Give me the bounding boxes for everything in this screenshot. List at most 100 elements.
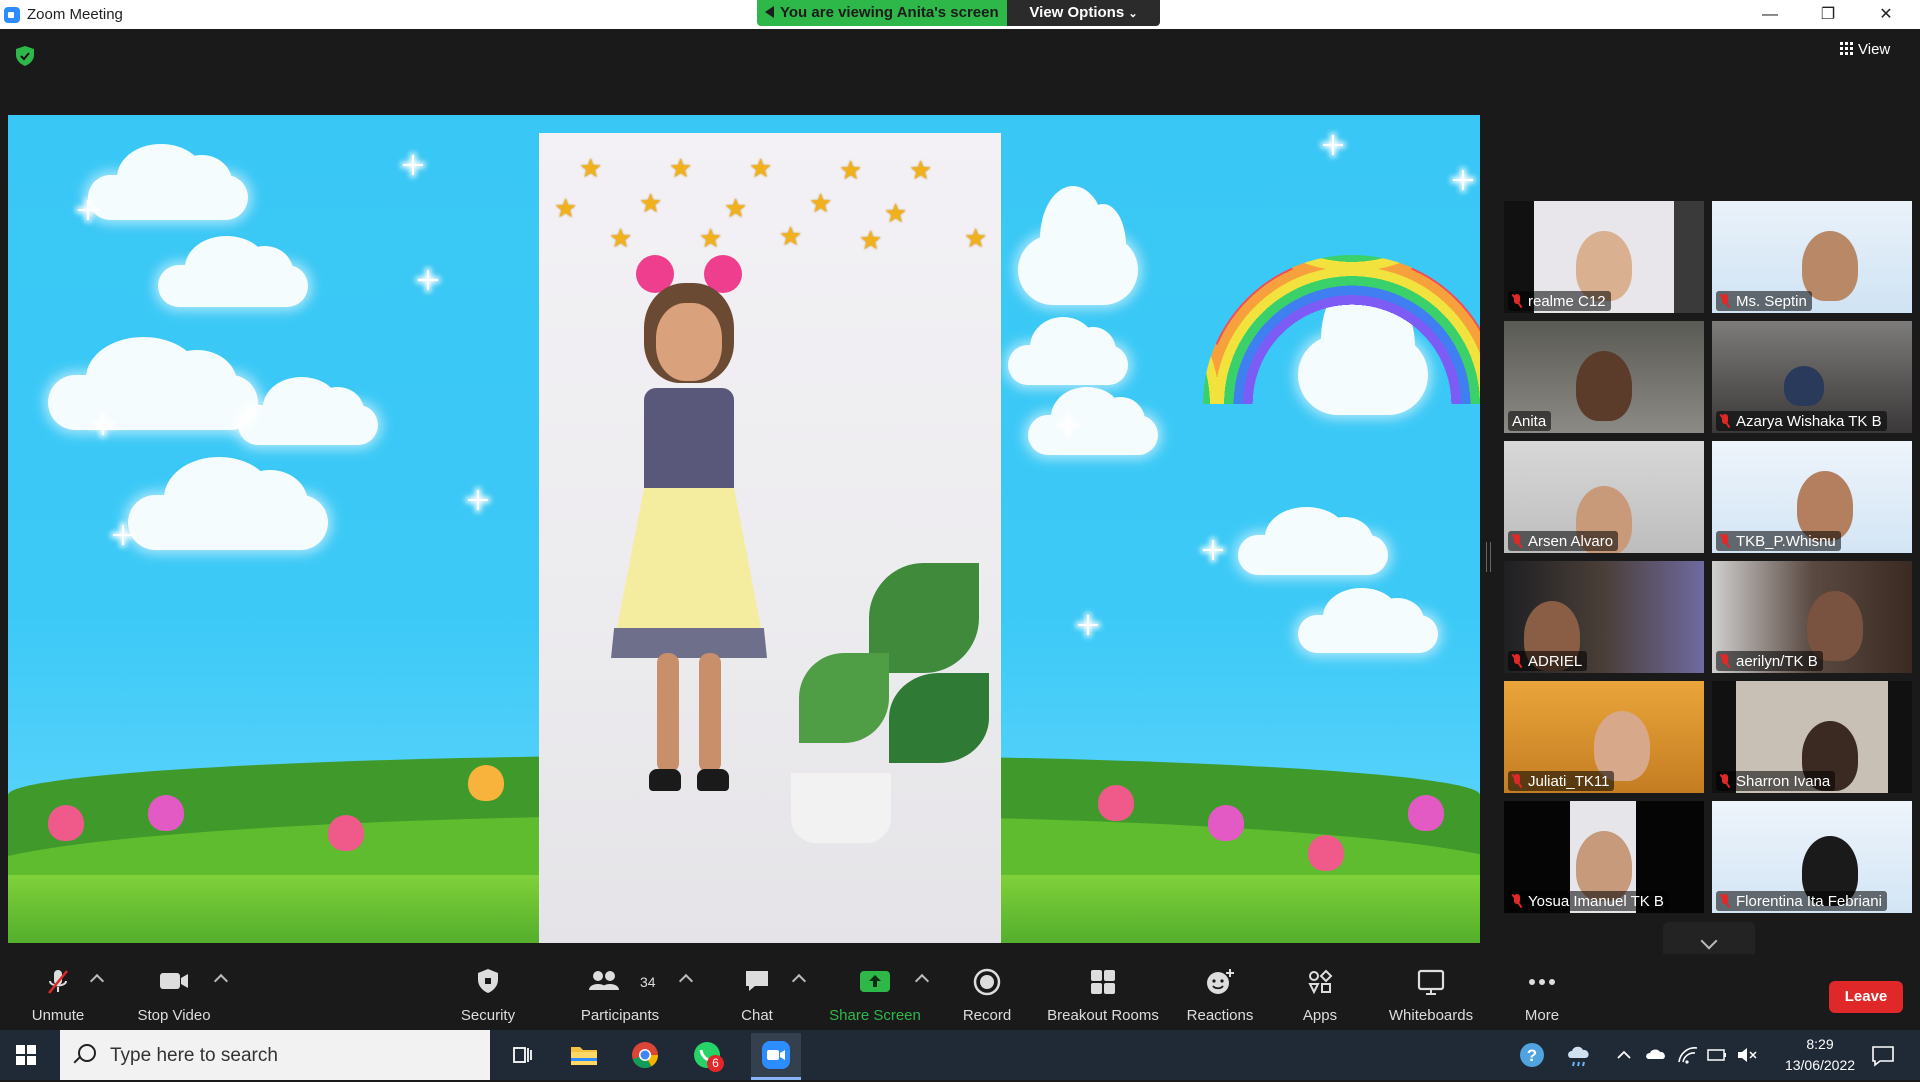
breakout-rooms-button[interactable]: Breakout Rooms bbox=[1047, 968, 1159, 1024]
participant-name: Ms. Septin bbox=[1736, 292, 1807, 310]
plant-leaf bbox=[889, 673, 989, 763]
participant-tile[interactable]: Florentina Ita Febriani bbox=[1712, 801, 1912, 913]
cloud bbox=[1008, 317, 1128, 385]
star: ★ bbox=[779, 221, 803, 251]
record-button[interactable]: Record bbox=[957, 968, 1017, 1024]
chat-options-caret[interactable] bbox=[791, 973, 807, 989]
apps-button[interactable]: Apps bbox=[1300, 968, 1340, 1024]
participant-tile[interactable]: Arsen Alvaro bbox=[1504, 441, 1704, 553]
unmute-label: Unmute bbox=[31, 1007, 85, 1024]
participant-tile[interactable]: TKB_P.Whisnu bbox=[1712, 441, 1912, 553]
dress-skirt bbox=[614, 488, 764, 643]
participant-name: Florentina Ita Febriani bbox=[1736, 892, 1882, 910]
share-screen-label: Share Screen bbox=[829, 1007, 921, 1024]
wifi-icon[interactable] bbox=[1676, 1030, 1700, 1080]
notifications-icon[interactable] bbox=[1868, 1030, 1898, 1080]
participants-count: 34 bbox=[640, 974, 656, 990]
sparkle bbox=[1453, 170, 1473, 190]
whiteboards-button[interactable]: Whiteboards bbox=[1383, 968, 1479, 1024]
smiley-plus-icon bbox=[1207, 969, 1234, 994]
audio-options-caret[interactable] bbox=[89, 973, 105, 989]
mic-muted-icon bbox=[1720, 774, 1730, 788]
participant-name-bar: realme C12 bbox=[1508, 291, 1611, 311]
participant-tile[interactable]: aerilyn/TK B bbox=[1712, 561, 1912, 673]
zoom-app-icon bbox=[4, 7, 20, 23]
participants-options-caret[interactable] bbox=[678, 973, 694, 989]
weather-icon[interactable] bbox=[1565, 1030, 1595, 1080]
mic-muted-icon bbox=[1512, 774, 1522, 788]
participant-tile[interactable]: realme C12 bbox=[1504, 201, 1704, 313]
shared-screen[interactable]: ★ ★ ★ ★ ★ ★ ★ ★ ★ ★ ★ ★ ★ ★ ★ bbox=[8, 115, 1480, 943]
participant-tile[interactable]: ADRIEL bbox=[1504, 561, 1704, 673]
child-face bbox=[656, 303, 722, 381]
participant-name: realme C12 bbox=[1528, 292, 1606, 310]
mic-muted-icon bbox=[1512, 894, 1522, 908]
whiteboard-icon bbox=[1417, 969, 1445, 995]
taskbar-clock[interactable]: 8:29 13/06/2022 bbox=[1780, 1034, 1860, 1076]
participant-name: Arsen Alvaro bbox=[1528, 532, 1614, 550]
taskbar-search-input[interactable] bbox=[108, 1030, 482, 1082]
shoe bbox=[649, 769, 681, 791]
whatsapp-badge: 6 bbox=[707, 1055, 724, 1072]
participant-name: Azarya Wishaka TK B bbox=[1736, 412, 1882, 430]
onedrive-cloud-icon[interactable] bbox=[1644, 1030, 1670, 1080]
file-explorer-icon[interactable] bbox=[567, 1038, 601, 1072]
security-button[interactable]: Security bbox=[458, 968, 518, 1024]
participant-tile[interactable]: Yosua Imanuel TK B bbox=[1504, 801, 1704, 913]
participant-name-bar: Juliati_TK11 bbox=[1508, 771, 1615, 791]
volume-muted-icon[interactable] bbox=[1735, 1030, 1761, 1080]
participant-name-bar: aerilyn/TK B bbox=[1716, 651, 1823, 671]
flower bbox=[148, 795, 184, 831]
whatsapp-icon[interactable]: 6 bbox=[690, 1038, 724, 1072]
taskbar-search-box[interactable] bbox=[60, 1030, 490, 1082]
windows-start-button[interactable] bbox=[16, 1045, 36, 1065]
restore-button[interactable]: ❐ bbox=[1799, 0, 1857, 29]
close-button[interactable]: ✕ bbox=[1857, 0, 1915, 29]
dress-bodice bbox=[644, 388, 734, 498]
view-options-button[interactable]: View Options ⌄ bbox=[1007, 0, 1160, 26]
participant-name-bar: Azarya Wishaka TK B bbox=[1716, 411, 1887, 431]
help-icon[interactable]: ? bbox=[1517, 1030, 1547, 1080]
reactions-button[interactable]: Reactions bbox=[1187, 968, 1253, 1024]
participant-tile-active-speaker[interactable]: Anita bbox=[1504, 321, 1704, 433]
shield-check-icon[interactable] bbox=[16, 46, 34, 66]
gallery-resize-handle[interactable] bbox=[1486, 542, 1491, 572]
plant-leaf bbox=[799, 653, 889, 743]
stop-video-button[interactable]: Stop Video bbox=[134, 968, 214, 1024]
chrome-icon[interactable] bbox=[628, 1038, 662, 1072]
task-view-icon[interactable] bbox=[505, 1038, 539, 1072]
zoom-taskbar-icon[interactable] bbox=[751, 1033, 801, 1080]
participant-name-bar: TKB_P.Whisnu bbox=[1716, 531, 1841, 551]
participant-tile[interactable]: Azarya Wishaka TK B bbox=[1712, 321, 1912, 433]
star: ★ bbox=[669, 153, 693, 183]
chat-button[interactable]: Chat bbox=[727, 968, 787, 1024]
whiteboards-label: Whiteboards bbox=[1388, 1007, 1474, 1024]
participant-name-bar: Ms. Septin bbox=[1716, 291, 1812, 311]
participant-name: TKB_P.Whisnu bbox=[1736, 532, 1836, 550]
participant-tile[interactable]: Sharron Ivana bbox=[1712, 681, 1912, 793]
video-options-caret[interactable] bbox=[213, 973, 229, 989]
leave-button[interactable]: Leave bbox=[1829, 981, 1903, 1013]
chevron-up-icon[interactable] bbox=[1614, 1030, 1634, 1080]
flower bbox=[328, 815, 364, 851]
cloud bbox=[128, 456, 328, 550]
mic-muted-icon bbox=[1512, 534, 1522, 548]
view-button[interactable]: View bbox=[1840, 41, 1890, 58]
clock-time: 8:29 bbox=[1806, 1036, 1834, 1052]
minimize-button[interactable]: — bbox=[1741, 0, 1799, 29]
star: ★ bbox=[609, 223, 633, 253]
battery-icon[interactable] bbox=[1705, 1030, 1729, 1080]
star: ★ bbox=[884, 198, 908, 228]
title-bar: Zoom Meeting — ❐ ✕ You are viewing Anita… bbox=[0, 0, 1920, 29]
breakout-rooms-icon bbox=[1091, 970, 1115, 994]
star: ★ bbox=[639, 188, 663, 218]
more-button[interactable]: More bbox=[1520, 968, 1564, 1024]
window-title: Zoom Meeting bbox=[27, 6, 123, 23]
participant-tile[interactable]: Ms. Septin bbox=[1712, 201, 1912, 313]
meeting-area: View ★ ★ ★ ★ ★ ★ ★ ★ ★ ★ ★ ★ ★ ★ ★ realm… bbox=[0, 29, 1920, 964]
more-dots-icon bbox=[1529, 979, 1555, 985]
share-screen-button[interactable]: Share Screen bbox=[825, 968, 925, 1024]
unmute-button[interactable]: Unmute bbox=[28, 968, 88, 1024]
participant-tile[interactable]: Juliati_TK11 bbox=[1504, 681, 1704, 793]
svg-text:?: ? bbox=[1527, 1046, 1537, 1065]
